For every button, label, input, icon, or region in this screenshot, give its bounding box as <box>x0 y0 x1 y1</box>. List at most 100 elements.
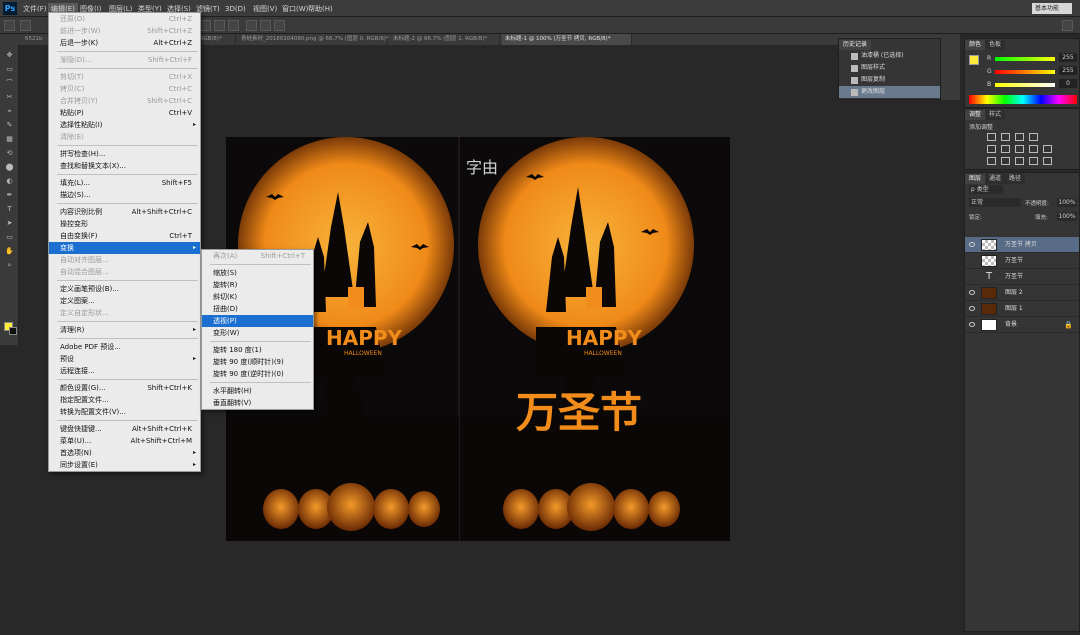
tool-icon[interactable]: ▦ <box>4 135 15 144</box>
menu-item[interactable]: 指定配置文件... <box>49 394 200 406</box>
layer-row[interactable]: T 万圣节 <box>965 269 1079 285</box>
tool-icon[interactable]: T <box>4 205 15 214</box>
menu-item[interactable]: 变换 ▸ <box>49 242 200 254</box>
menu-item[interactable]: 键盘快捷键... Alt+Shift+Ctrl+K <box>49 423 200 435</box>
adjustment-icon[interactable] <box>1015 145 1024 153</box>
adjustment-icon[interactable] <box>1001 145 1010 153</box>
menu-item[interactable]: 选择性粘贴(I) ▸ <box>49 119 200 131</box>
menu-item[interactable]: 前进一步(W) Shift+Ctrl+Z <box>49 25 200 37</box>
layer-row[interactable]: 图层 2 <box>965 285 1079 301</box>
menu-item[interactable]: 旋转 180 度(1) <box>202 344 313 356</box>
layer-row[interactable]: 图层 1 <box>965 301 1079 317</box>
menu-item[interactable]: 剪切(T) Ctrl+X <box>49 71 200 83</box>
menu-item[interactable]: 描边(S)... <box>49 189 200 201</box>
menu-item[interactable]: 扭曲(D) <box>202 303 313 315</box>
search-icon[interactable] <box>1062 20 1073 31</box>
menu-7[interactable]: 3D(D) <box>222 3 249 15</box>
panel-tab[interactable]: 图层 <box>965 174 986 184</box>
menu-item[interactable]: 拼写检查(H)... <box>49 148 200 160</box>
layer-row[interactable]: 万圣节 拷贝 <box>965 237 1079 253</box>
menu-item[interactable]: 拷贝(C) Ctrl+C <box>49 83 200 95</box>
menu-item[interactable]: 还原(O) Ctrl+Z <box>49 13 200 25</box>
panel-tab[interactable]: 样式 <box>985 110 1006 120</box>
menu-8[interactable]: 视图(V) <box>250 3 280 15</box>
auto-select-checkbox[interactable] <box>20 20 31 31</box>
opacity-input[interactable]: 100% <box>1057 198 1077 207</box>
tool-icon[interactable]: ◐ <box>4 177 15 186</box>
align-left-button[interactable] <box>246 20 257 31</box>
tool-icon[interactable]: ✒ <box>4 191 15 200</box>
menu-item[interactable]: 渐隐(D)... Shift+Ctrl+F <box>49 54 200 66</box>
adjustment-icon[interactable] <box>1001 133 1010 141</box>
menu-item[interactable]: 颜色设置(G)... Shift+Ctrl+K <box>49 382 200 394</box>
document-tab[interactable]: 青蛙素材_20180104090.png @ 66.7% (图层 0, RGB/… <box>238 34 389 45</box>
menu-item[interactable]: 旋转(R) <box>202 279 313 291</box>
g-value[interactable]: 255 <box>1059 66 1077 75</box>
menu-item[interactable]: 首选项(N) ▸ <box>49 447 200 459</box>
layer-filter-kind[interactable]: p 类型 <box>969 185 1003 194</box>
tool-icon[interactable]: ✥ <box>4 51 15 60</box>
panel-tab[interactable]: 历史记录 <box>839 40 872 50</box>
panel-tab[interactable]: 调整 <box>965 110 986 120</box>
layer-row[interactable]: 万圣节 <box>965 253 1079 269</box>
menu-item[interactable]: 远程连接... <box>49 365 200 377</box>
menu-item[interactable]: 自由变换(F) Ctrl+T <box>49 230 200 242</box>
menu-item[interactable]: 自动对齐图层... <box>49 254 200 266</box>
tool-icon[interactable]: ⟲ <box>4 149 15 158</box>
menu-item[interactable]: 自动混合图层... <box>49 266 200 278</box>
adjustment-icon[interactable] <box>987 157 996 165</box>
visibility-eye-icon[interactable] <box>969 322 975 327</box>
adjustment-icon[interactable] <box>1043 157 1052 165</box>
tool-icon[interactable]: ✋ <box>4 247 15 256</box>
align-middle-button[interactable] <box>214 20 225 31</box>
menu-item[interactable]: 转换为配置文件(V)... <box>49 406 200 418</box>
tool-icon[interactable]: ⌖ <box>4 107 15 116</box>
adjustment-icon[interactable] <box>1015 157 1024 165</box>
blend-mode-select[interactable]: 正常 <box>969 198 1021 207</box>
menu-item[interactable]: 查找和替换文本(X)... <box>49 160 200 172</box>
panel-tab[interactable]: 路径 <box>1005 174 1026 184</box>
menu-item[interactable]: 斜切(K) <box>202 291 313 303</box>
visibility-eye-icon[interactable] <box>969 290 975 295</box>
menu-item[interactable]: 水平翻转(H) <box>202 385 313 397</box>
r-value[interactable]: 255 <box>1059 53 1077 62</box>
tool-icon[interactable]: ▭ <box>4 233 15 242</box>
align-bottom-button[interactable] <box>228 20 239 31</box>
visibility-eye-icon[interactable] <box>969 242 975 247</box>
menu-item[interactable]: 垂直翻转(V) <box>202 397 313 409</box>
adjustment-icon[interactable] <box>1015 133 1024 141</box>
tool-icon[interactable]: ⬤ <box>4 163 15 172</box>
menu-item[interactable]: 粘贴(P) Ctrl+V <box>49 107 200 119</box>
adjustment-icon[interactable] <box>1029 157 1038 165</box>
align-center-button[interactable] <box>260 20 271 31</box>
panel-tab[interactable]: 色板 <box>985 40 1006 50</box>
menu-item[interactable]: 菜单(U)... Alt+Shift+Ctrl+M <box>49 435 200 447</box>
history-item[interactable]: 图层复制 <box>839 74 940 86</box>
adjustment-icon[interactable] <box>1001 157 1010 165</box>
menu-item[interactable]: 缩放(S) <box>202 267 313 279</box>
menu-item[interactable]: 清除(E) <box>49 131 200 143</box>
menu-item[interactable]: 定义自定形状... <box>49 307 200 319</box>
adjustment-icon[interactable] <box>987 133 996 141</box>
menu-item[interactable]: Adobe PDF 预设... <box>49 341 200 353</box>
tool-icon[interactable]: ✎ <box>4 121 15 130</box>
document-tab[interactable]: 未标题-1 @ 100% (万圣节 拷贝, RGB/8)* <box>502 34 632 45</box>
document-tab[interactable]: 未标题-2 @ 66.7% (图层 1, RGB/8)* <box>390 34 500 45</box>
menu-0[interactable]: 文件(F) <box>20 3 50 15</box>
menu-item[interactable]: 填充(L)... Shift+F5 <box>49 177 200 189</box>
adjustment-icon[interactable] <box>1043 145 1052 153</box>
menu-item[interactable]: 合并拷贝(Y) Shift+Ctrl+C <box>49 95 200 107</box>
visibility-eye-icon[interactable] <box>969 306 975 311</box>
tool-icon[interactable]: ⌕ <box>4 261 15 270</box>
panel-tab[interactable]: 颜色 <box>965 40 986 50</box>
menu-item[interactable]: 定义图案... <box>49 295 200 307</box>
menu-item[interactable]: 透视(P) <box>202 315 313 327</box>
adjustment-icon[interactable] <box>1029 133 1038 141</box>
menu-item[interactable]: 同步设置(E) ▸ <box>49 459 200 471</box>
layer-row[interactable]: 背景 🔒 <box>965 317 1079 333</box>
menu-item[interactable]: 再次(A) Shift+Ctrl+T <box>202 250 313 262</box>
history-item[interactable]: 更改图层 <box>839 86 940 98</box>
panel-tab[interactable]: 通道 <box>985 174 1006 184</box>
move-tool-preset-button[interactable] <box>4 20 15 31</box>
menu-item[interactable]: 预设 ▸ <box>49 353 200 365</box>
